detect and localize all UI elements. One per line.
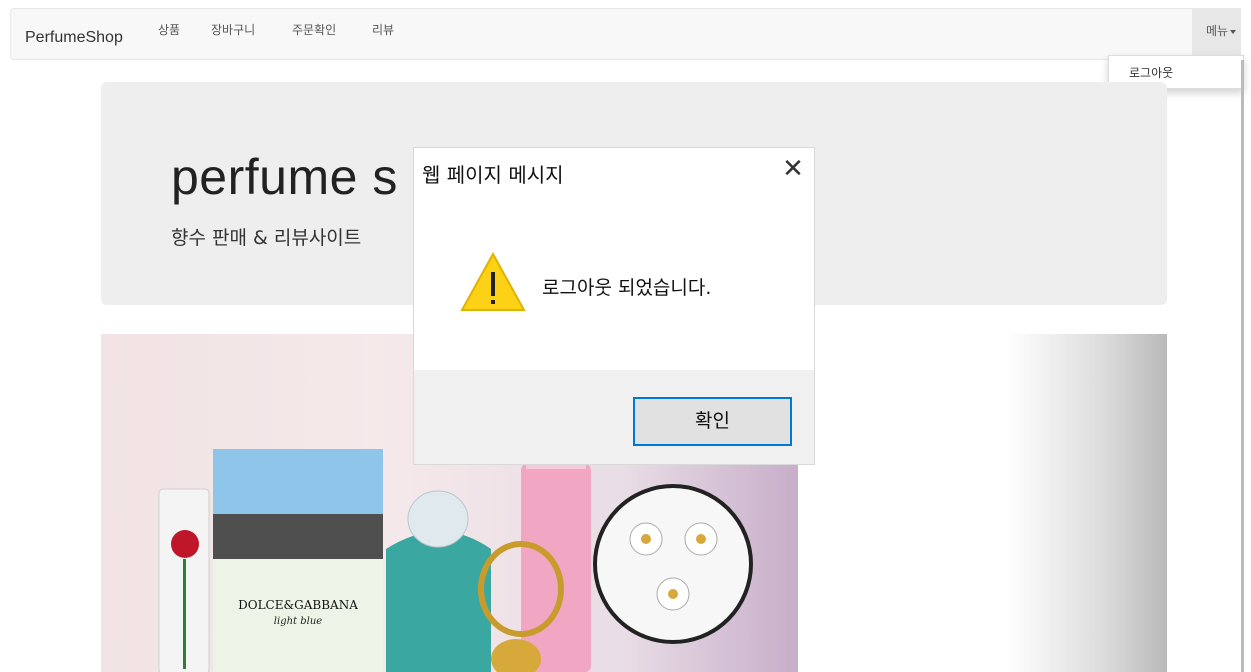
- nav-item-orders[interactable]: 주문확인: [292, 21, 336, 38]
- navbar: PerfumeShop 상품 장바구니 주문확인 리뷰 메뉴: [10, 8, 1241, 60]
- caret-down-icon: [1230, 29, 1237, 34]
- dialog-footer: 확인: [414, 370, 814, 464]
- page-title: perfume s: [171, 149, 398, 205]
- nav-item-cart[interactable]: 장바구니: [211, 21, 255, 38]
- dialog-message: 로그아웃 되었습니다.: [542, 277, 712, 299]
- alert-dialog: 웹 페이지 메시지 ✕ 로그아웃 되었습니다. 확인: [413, 147, 815, 465]
- logout-menu-item[interactable]: 로그아웃: [1129, 64, 1173, 81]
- brand-link[interactable]: PerfumeShop: [25, 29, 123, 47]
- dialog-title: 웹 페이지 메시지: [422, 163, 564, 187]
- menu-dropdown-toggle[interactable]: 메뉴: [1192, 9, 1240, 59]
- close-icon[interactable]: ✕: [780, 156, 806, 182]
- warning-icon: [460, 252, 526, 311]
- bottle-label-text: DOLCE&GABBANA: [238, 598, 358, 612]
- nav-item-products[interactable]: 상품: [158, 21, 180, 38]
- bottle-label-subtext: light blue: [274, 616, 322, 627]
- page-subtitle: 향수 판매 & 리뷰사이트: [171, 227, 362, 249]
- ok-button[interactable]: 확인: [633, 397, 792, 446]
- scrollbar[interactable]: [1241, 60, 1244, 672]
- nav-item-reviews[interactable]: 리뷰: [372, 21, 394, 38]
- menu-label: 메뉴: [1206, 24, 1229, 38]
